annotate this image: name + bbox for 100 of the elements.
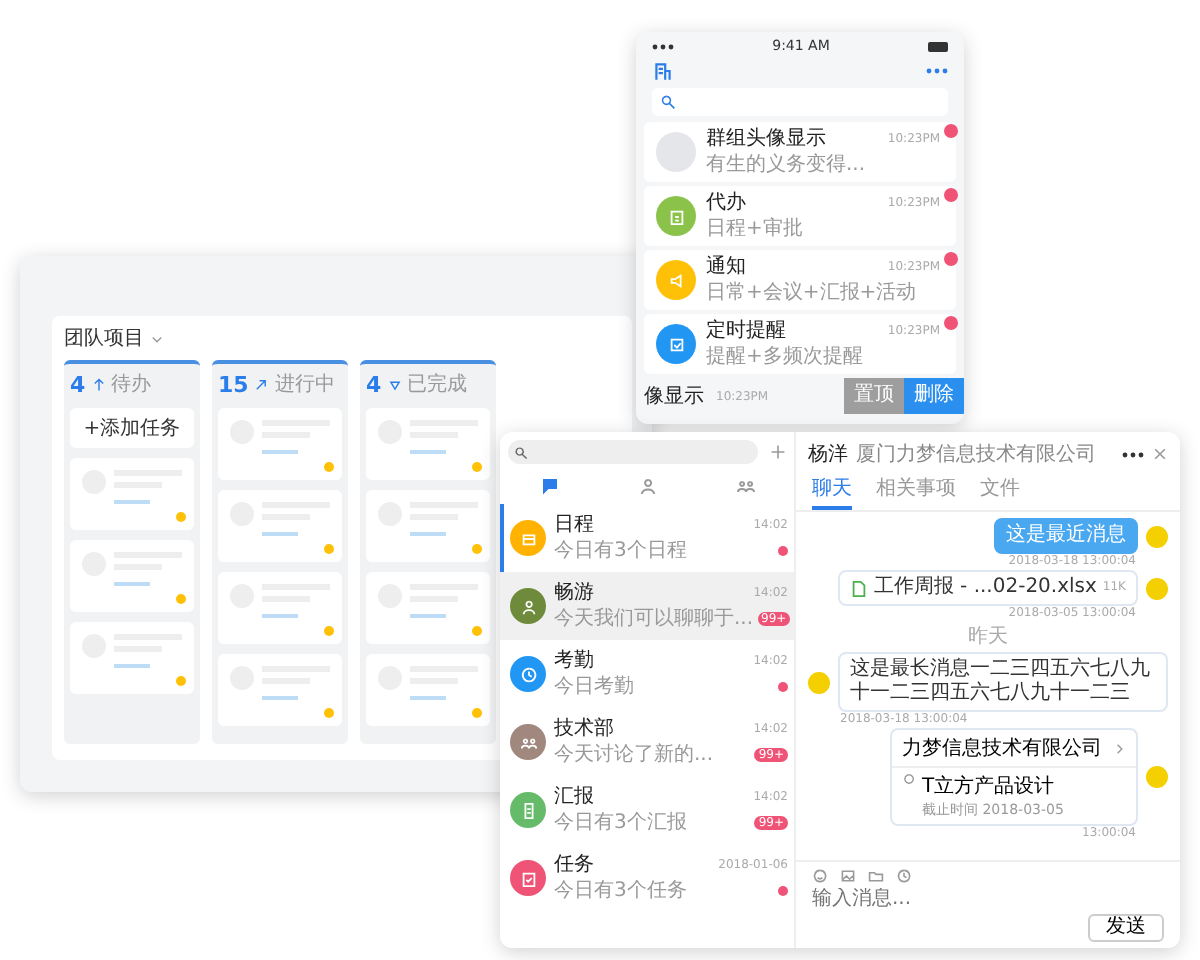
row-title: 通知: [706, 254, 746, 280]
conversation-title: 日程: [554, 512, 594, 538]
search-field[interactable]: [508, 440, 758, 464]
conversation-title: 汇报: [554, 784, 594, 810]
conversation-title: 考勤: [554, 648, 594, 674]
image-icon[interactable]: [840, 868, 856, 884]
conversation-title: 技术部: [554, 716, 614, 742]
team-icon: [519, 733, 537, 751]
person-icon: [519, 597, 537, 615]
text-placeholder-lines: [114, 552, 182, 586]
smiley-icon[interactable]: [812, 868, 828, 884]
row-subtitle: 日常+会议+汇报+活动: [706, 280, 919, 306]
speaker-icon: [667, 271, 685, 289]
board-title: 团队项目: [64, 326, 144, 352]
task-card[interactable]: [366, 490, 490, 562]
send-button[interactable]: 发送: [1088, 914, 1164, 942]
text-placeholder-lines: [410, 584, 478, 618]
conversation-preview: 今日考勤: [554, 674, 634, 700]
building-icon[interactable]: [652, 60, 674, 82]
down-triangle-icon: [387, 377, 402, 391]
more-icon[interactable]: [1122, 451, 1144, 457]
file-icon: [849, 579, 868, 597]
text-placeholder-lines: [410, 502, 478, 536]
text-placeholder-lines: [410, 666, 478, 700]
conversation-preview: 今日有3个日程: [554, 538, 687, 564]
column-label: 进行中: [274, 371, 335, 398]
folder-icon[interactable]: [868, 868, 884, 884]
up-arrow-icon: [91, 377, 106, 391]
task-card[interactable]: [366, 572, 490, 644]
task-card[interactable]: [366, 408, 490, 480]
row-subtitle: 有生的义务变得...: [706, 152, 868, 178]
unread-badge: [944, 316, 958, 330]
row-title: 像显示: [644, 383, 704, 409]
conversation-title: 任务: [554, 852, 594, 878]
unread-badge: [944, 188, 958, 202]
task-card[interactable]: [218, 654, 342, 726]
column-label: 待办: [111, 371, 152, 398]
document-icon: [519, 801, 537, 819]
contact-name: 杨洋: [808, 441, 848, 468]
plus-icon[interactable]: [770, 444, 786, 460]
row-subtitle: 提醒+多频次提醒: [706, 344, 865, 370]
task-card[interactable]: [218, 490, 342, 562]
text-placeholder-lines: [262, 584, 330, 618]
unread-badge: [944, 252, 958, 266]
task-card[interactable]: [70, 540, 194, 612]
conversation-preview: 今天讨论了新的...: [554, 742, 714, 768]
date-divider: 昨天: [968, 626, 1008, 648]
row-title: 代办: [706, 190, 746, 216]
avatar-icon: [808, 671, 830, 693]
conversation-preview: 今日有3个汇报: [554, 810, 687, 836]
text-placeholder-lines: [262, 420, 330, 454]
text-placeholder-lines: [114, 470, 182, 504]
signal-icon: [652, 43, 674, 49]
message-bubble: 这是最长消息一二三四五六七八九十一二三四五六七八九十一二三: [838, 652, 1168, 712]
chevron-right-icon: [1112, 741, 1126, 755]
file-name: 工作周报 - ...02-20.xlsx: [873, 576, 1097, 600]
text-placeholder-lines: [262, 502, 330, 536]
search-field[interactable]: [652, 88, 948, 116]
conversation-title: 畅游: [554, 580, 594, 606]
task-card[interactable]: [70, 458, 194, 530]
chat-tab-icon[interactable]: [539, 476, 559, 496]
task-card[interactable]: [366, 654, 490, 726]
battery-icon: [928, 41, 948, 51]
task-name: T立方产品设计: [922, 773, 1057, 800]
row-title: 群组头像显示: [706, 126, 826, 152]
task-count: 4: [70, 371, 86, 397]
group-tab-icon[interactable]: [735, 476, 755, 496]
unread-badge: [944, 124, 958, 138]
close-icon[interactable]: [1152, 446, 1168, 462]
clipboard-icon: [667, 207, 685, 225]
task-card[interactable]: [70, 622, 194, 694]
chevron-down-icon[interactable]: [150, 331, 164, 345]
clock-icon[interactable]: [896, 868, 912, 884]
diagonal-arrow-icon: [254, 377, 269, 391]
task-card[interactable]: [218, 408, 342, 480]
conversation-preview: 今天我们可以聊聊于...: [554, 606, 754, 632]
card-title: 力梦信息技术有限公司: [902, 735, 1102, 762]
calendar-icon: [519, 529, 537, 547]
avatar-icon: [1146, 577, 1168, 599]
contact-tab-icon[interactable]: [637, 476, 657, 496]
text-placeholder-lines: [410, 420, 478, 454]
detail-tab[interactable]: 聊天: [812, 472, 852, 510]
task-card[interactable]: [218, 572, 342, 644]
search-icon: [514, 445, 528, 459]
clipboard-icon: [519, 869, 537, 887]
add-task-button[interactable]: +添加任务: [70, 408, 194, 448]
search-icon: [660, 94, 676, 110]
unread-dot: [778, 546, 788, 556]
unread-dot: [778, 682, 788, 692]
task-count: 4: [366, 371, 382, 397]
text-placeholder-lines: [114, 634, 182, 668]
clock-icon: [519, 665, 537, 683]
row-subtitle: 日程+审批: [706, 216, 805, 242]
task-count: 15: [218, 371, 249, 397]
column-label: 已完成: [407, 371, 468, 398]
row-title: 定时提醒: [706, 318, 786, 344]
text-placeholder-lines: [262, 666, 330, 700]
avatar-icon: [1146, 766, 1168, 788]
conversation-preview: 今日有3个任务: [554, 878, 687, 904]
company-name: 厦门力梦信息技术有限公司: [856, 441, 1098, 468]
